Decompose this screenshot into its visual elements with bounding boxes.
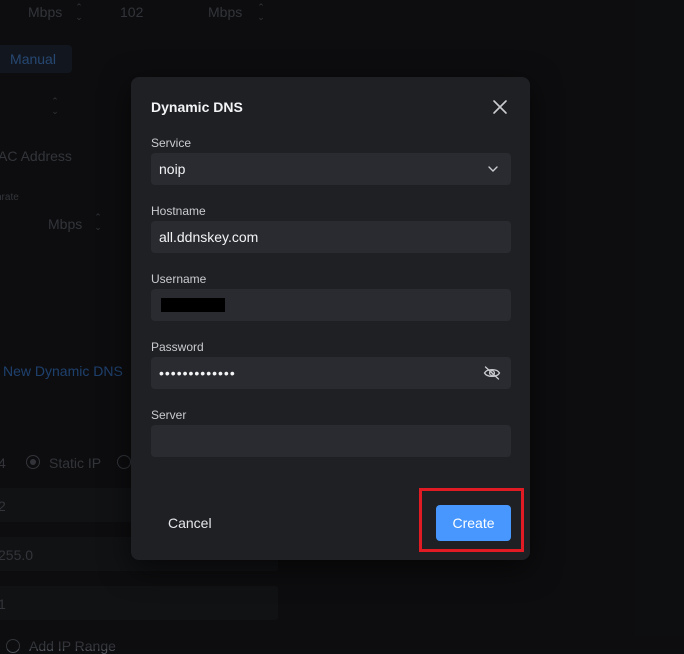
username-label: Username (151, 272, 207, 286)
highlight-box (419, 488, 524, 552)
server-input[interactable] (151, 425, 511, 457)
close-button[interactable] (490, 97, 510, 117)
hostname-label: Hostname (151, 204, 206, 218)
username-input[interactable] (151, 289, 511, 321)
hostname-value: all.ddnskey.com (159, 229, 259, 245)
service-label: Service (151, 136, 192, 150)
eye-off-icon[interactable] (483, 365, 501, 381)
dialog-title: Dynamic DNS (151, 99, 243, 115)
service-value: noip (159, 161, 186, 177)
server-label: Server (151, 408, 187, 422)
chevron-down-icon (488, 166, 498, 172)
hostname-input[interactable]: all.ddnskey.com (151, 221, 511, 253)
cancel-button[interactable]: Cancel (168, 515, 212, 531)
close-icon (493, 100, 507, 114)
password-input[interactable]: ••••••••••••• (151, 357, 511, 389)
service-select[interactable]: noip (151, 153, 511, 185)
redacted-username (161, 298, 225, 312)
password-label: Password (151, 340, 204, 354)
password-value: ••••••••••••• (159, 365, 236, 381)
